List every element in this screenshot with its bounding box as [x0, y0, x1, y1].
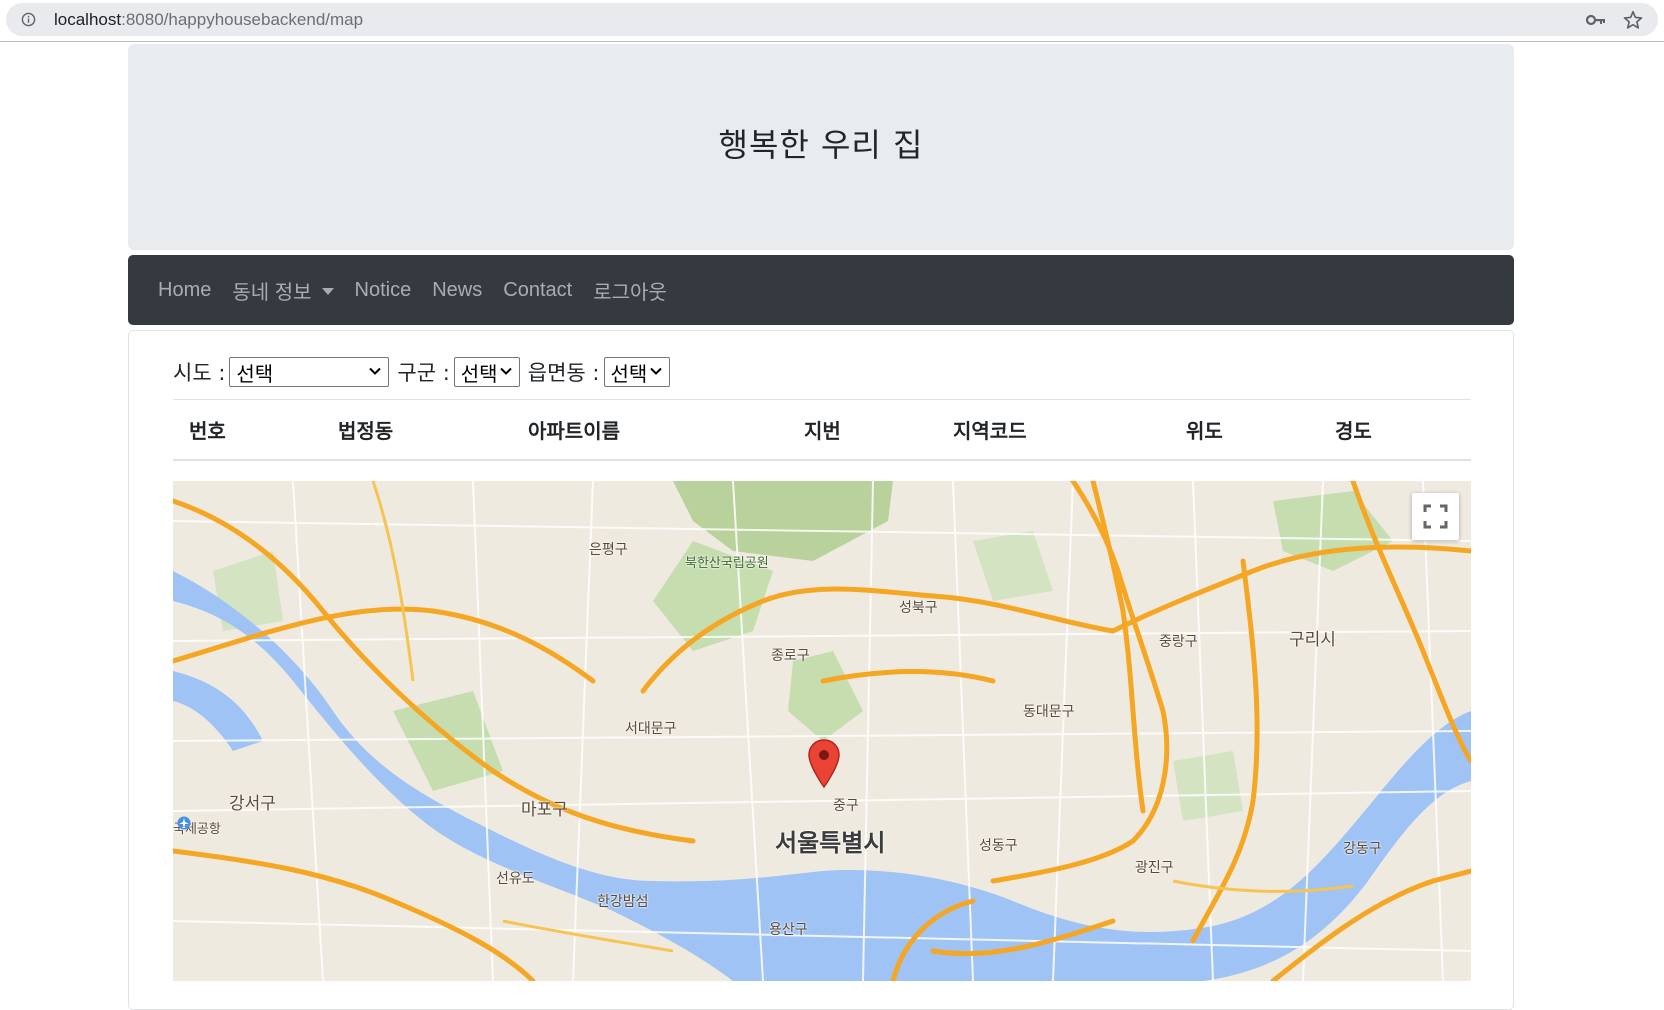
nav-logout[interactable]: 로그아웃	[593, 276, 667, 305]
navbar: Home 동네 정보 Notice News Contact 로그아웃	[128, 255, 1514, 325]
map-label-seodaemun: 서대문구	[625, 721, 677, 737]
map-label-seongbuk: 성북구	[899, 600, 938, 616]
map-label-jungnang: 중랑구	[1159, 634, 1198, 650]
fullscreen-icon	[1423, 504, 1448, 529]
chevron-down-icon	[649, 367, 662, 375]
url-omnibox[interactable]: localhost:8080/happyhousebackend/map	[6, 3, 1658, 36]
gugun-label: 구군 :	[397, 361, 450, 385]
dong-select-value: 선택	[610, 361, 648, 386]
col-legal-dong: 법정동	[338, 419, 394, 443]
sido-select[interactable]: 선택	[229, 357, 390, 387]
nav-news[interactable]: News	[432, 279, 482, 302]
chevron-down-icon	[369, 367, 382, 375]
col-latitude: 위도	[1186, 419, 1223, 443]
url-host: localhost	[54, 10, 122, 29]
apartment-table-header: 번호 법정동 아파트이름 지번 지역코드 위도 경도	[173, 399, 1471, 461]
map-label-hangang: 한강밤섬	[597, 894, 649, 910]
map-label-eunpyeong: 은평구	[589, 542, 628, 558]
col-lot-number: 지번	[804, 419, 841, 443]
key-icon[interactable]	[1586, 11, 1606, 29]
nav-notice[interactable]: Notice	[355, 279, 412, 302]
map-label-gwangjin: 광진구	[1135, 860, 1174, 876]
nav-list: Home 동네 정보 Notice News Contact 로그아웃	[158, 255, 667, 325]
map-label-dongdaemun: 동대문구	[1023, 704, 1075, 720]
content-card: 시도 : 선택 구군 : 선택 읍면동 : 선택 번호 법정동 아파트이름 지번…	[128, 330, 1514, 1010]
col-apartment-name: 아파트이름	[528, 419, 620, 443]
nav-neighborhood-dropdown[interactable]: 동네 정보	[232, 276, 334, 305]
dong-select[interactable]: 선택	[603, 357, 670, 387]
browser-address-bar: localhost:8080/happyhousebackend/map	[0, 0, 1664, 42]
info-icon[interactable]	[21, 12, 36, 27]
sido-label: 시도 :	[173, 361, 226, 385]
col-longitude: 경도	[1335, 419, 1372, 443]
region-filters: 시도 : 선택 구군 : 선택 읍면동 : 선택	[173, 357, 678, 387]
nav-contact[interactable]: Contact	[503, 279, 572, 302]
map-label-jongno: 종로구	[771, 648, 810, 664]
page-title: 행복한 우리 집	[718, 126, 924, 164]
nav-home[interactable]: Home	[158, 279, 211, 302]
bookmark-star-icon[interactable]	[1622, 9, 1644, 31]
map-label-guri: 구리시	[1289, 630, 1336, 650]
col-region-code: 지역코드	[953, 419, 1027, 443]
map-label-seoul: 서울특별시	[775, 829, 886, 857]
map-label-bukhansan: 북한산국립공원	[685, 556, 769, 571]
map-label-gangdong: 강동구	[1343, 841, 1382, 857]
gugun-select[interactable]: 선택	[453, 357, 520, 387]
chevron-down-icon	[500, 367, 512, 375]
map-label-mapo: 마포구	[521, 800, 568, 820]
map-fullscreen-button[interactable]	[1412, 493, 1459, 540]
url-text[interactable]: localhost:8080/happyhousebackend/map	[54, 10, 363, 30]
map-base-layer[interactable]	[173, 481, 1471, 981]
map-label-seongdong: 성동구	[979, 838, 1018, 854]
map-label-gangseo: 강서구	[229, 794, 276, 814]
nav-neighborhood-label: 동네 정보	[232, 281, 312, 304]
map-label-seonyudo: 선유도	[496, 871, 535, 887]
google-map[interactable]: 은평구 북한산국립공원 성북구 중랑구 구리시 종로구 동대문구 서대문구 강서…	[173, 481, 1471, 981]
url-path: :8080/happyhousebackend/map	[121, 10, 364, 29]
gugun-select-value: 선택	[460, 361, 498, 386]
header-jumbotron: 행복한 우리 집	[128, 44, 1514, 250]
dong-label: 읍면동 :	[527, 361, 600, 385]
map-marker-icon[interactable]	[807, 739, 841, 789]
col-number: 번호	[189, 419, 226, 443]
map-label-yongsan: 용산구	[769, 922, 808, 938]
airport-icon	[177, 816, 191, 830]
caret-down-icon	[321, 287, 334, 295]
map-label-jung: 중구	[833, 798, 859, 814]
sido-select-value: 선택	[236, 361, 274, 386]
